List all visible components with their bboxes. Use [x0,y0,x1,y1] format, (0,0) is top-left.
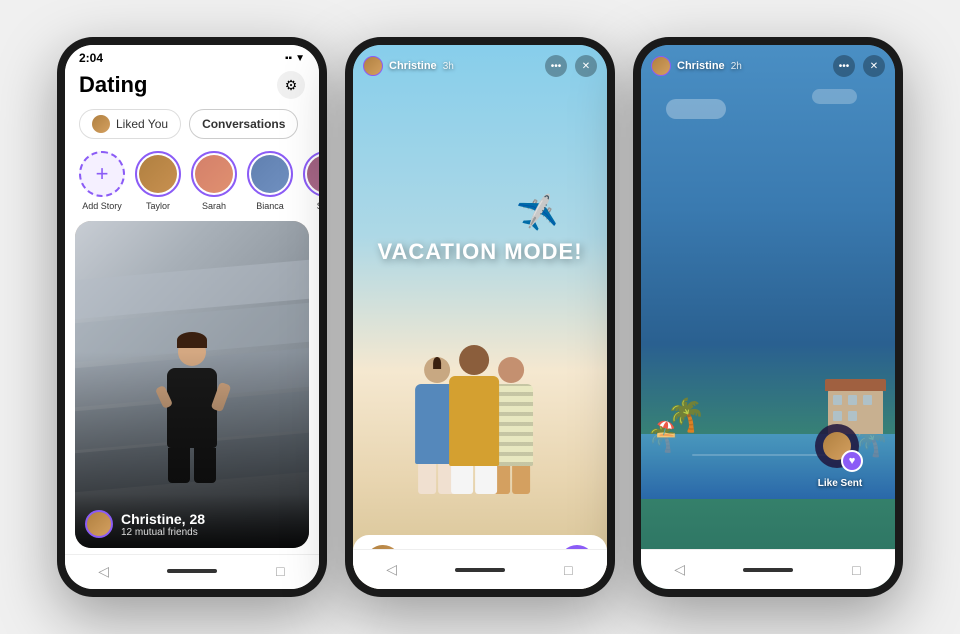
bottom-nav-2: ◁ □ [353,549,607,589]
bottom-nav-3: ◁ □ [641,549,895,589]
window-1 [833,395,842,405]
bottom-nav-1: ◁ □ [65,554,319,589]
story-username: Christine [389,60,437,72]
back-button-2[interactable]: ◁ [378,560,406,580]
tab-liked-avatar [92,115,110,133]
beach-background [353,45,607,589]
story-name-bianca: Bianca [256,201,284,211]
tabs-row: Liked You Conversations [65,105,319,147]
resort-roof [825,379,886,391]
add-story-label: Add Story [82,201,122,211]
cloud-1 [666,99,726,119]
wifi-icon: ▼ [295,53,305,64]
resort-background [641,45,895,589]
story-taylor[interactable]: Taylor [135,151,181,211]
square-button-2[interactable]: □ [554,560,582,580]
story-avatar-taylor[interactable] [135,151,181,197]
tab-liked-label: Liked You [116,117,168,131]
close-story-button[interactable]: ✕ [575,55,597,77]
story-avatar-sp[interactable] [303,151,319,197]
vacation-text: VACATION MODE! [377,239,582,265]
like-dark-circle: ♥ [815,424,859,468]
tab-liked-you[interactable]: Liked You [79,109,181,139]
stories-row: + Add Story Taylor Sarah [65,147,319,221]
profile-card[interactable]: Christine, 28 12 mutual friends [75,221,309,548]
more-options-button[interactable]: ••• [545,55,567,77]
card-info-bar: Christine, 28 12 mutual friends [75,494,309,548]
beach-group [415,345,533,494]
dating-header: Dating ⚙ [65,67,319,105]
battery-icon: ▪▪ [285,53,292,64]
story-bianca[interactable]: Bianca [247,151,293,211]
window-2 [848,395,857,405]
home-bar-2[interactable] [455,568,505,572]
story-sp[interactable]: Sp... [303,151,319,211]
card-mini-avatar [85,510,113,538]
story-header: Christine 3h ••• ✕ [353,45,607,83]
story-avatar-bianca[interactable] [247,151,293,197]
phone-dating: 2:04 ▪▪ ▼ Dating ⚙ Liked You Conversatio… [57,37,327,597]
tab-conversations[interactable]: Conversations [189,109,298,139]
story-user-info-3: Christine 2h [651,56,742,76]
card-sub: 12 mutual friends [121,527,299,538]
close-story-button-3[interactable]: ✕ [863,55,885,77]
back-button-1[interactable]: ◁ [90,561,118,581]
cloud-2 [812,89,857,104]
phone-resort-screen: Christine 2h ••• ✕ 🌴 🌴 🌴 🌴 [641,45,895,589]
tab-conversations-label: Conversations [202,117,285,131]
add-story-item[interactable]: + Add Story [79,151,125,211]
dating-title: Dating [79,72,147,98]
phone-story-screen: Christine 3h ••• ✕ VACATION MODE! ✈️ [353,45,607,589]
window-3 [863,395,872,405]
card-name: Christine, 28 [121,511,299,527]
square-button-3[interactable]: □ [842,560,870,580]
like-sent-badge: ♥ Like Sent [815,424,865,489]
phone-story: Christine 3h ••• ✕ VACATION MODE! ✈️ [345,37,615,597]
person-center [449,345,499,494]
status-time-1: 2:04 [79,51,103,65]
status-icons-1: ▪▪ ▼ [285,53,305,64]
back-button-3[interactable]: ◁ [666,560,694,580]
story-avatar-small [363,56,383,76]
home-bar-1[interactable] [167,569,217,573]
status-bar-1: 2:04 ▪▪ ▼ [65,45,319,67]
square-button-1[interactable]: □ [266,561,294,581]
phone-dating-screen: 2:04 ▪▪ ▼ Dating ⚙ Liked You Conversatio… [65,45,319,589]
story-time-3: 2h [731,61,742,72]
story-avatar-sarah[interactable] [191,151,237,197]
like-icon-stack: ♥ [815,424,865,474]
home-bar-3[interactable] [743,568,793,572]
story-avatar-small-3 [651,56,671,76]
phone-resort: Christine 2h ••• ✕ 🌴 🌴 🌴 🌴 [633,37,903,597]
story-time: 3h [443,61,454,72]
story-name-sarah: Sarah [202,201,226,211]
window-4 [833,411,842,421]
more-options-button-3[interactable]: ••• [833,55,855,77]
window-5 [848,411,857,421]
story-actions: ••• ✕ [545,55,597,77]
story-actions-3: ••• ✕ [833,55,885,77]
story-name-sp: Sp... [317,201,319,211]
card-text: Christine, 28 12 mutual friends [121,511,299,538]
add-story-button[interactable]: + [79,151,125,197]
story-user-info: Christine 3h [363,56,454,76]
umbrella-icon: ⛱️ [656,419,676,439]
story-username-3: Christine [677,60,725,72]
like-sent-label: Like Sent [818,478,862,489]
story-header-3: Christine 2h ••• ✕ [641,45,895,83]
like-heart-icon: ♥ [841,450,863,472]
gear-icon[interactable]: ⚙ [277,71,305,99]
story-sarah[interactable]: Sarah [191,151,237,211]
story-name-taylor: Taylor [146,201,170,211]
